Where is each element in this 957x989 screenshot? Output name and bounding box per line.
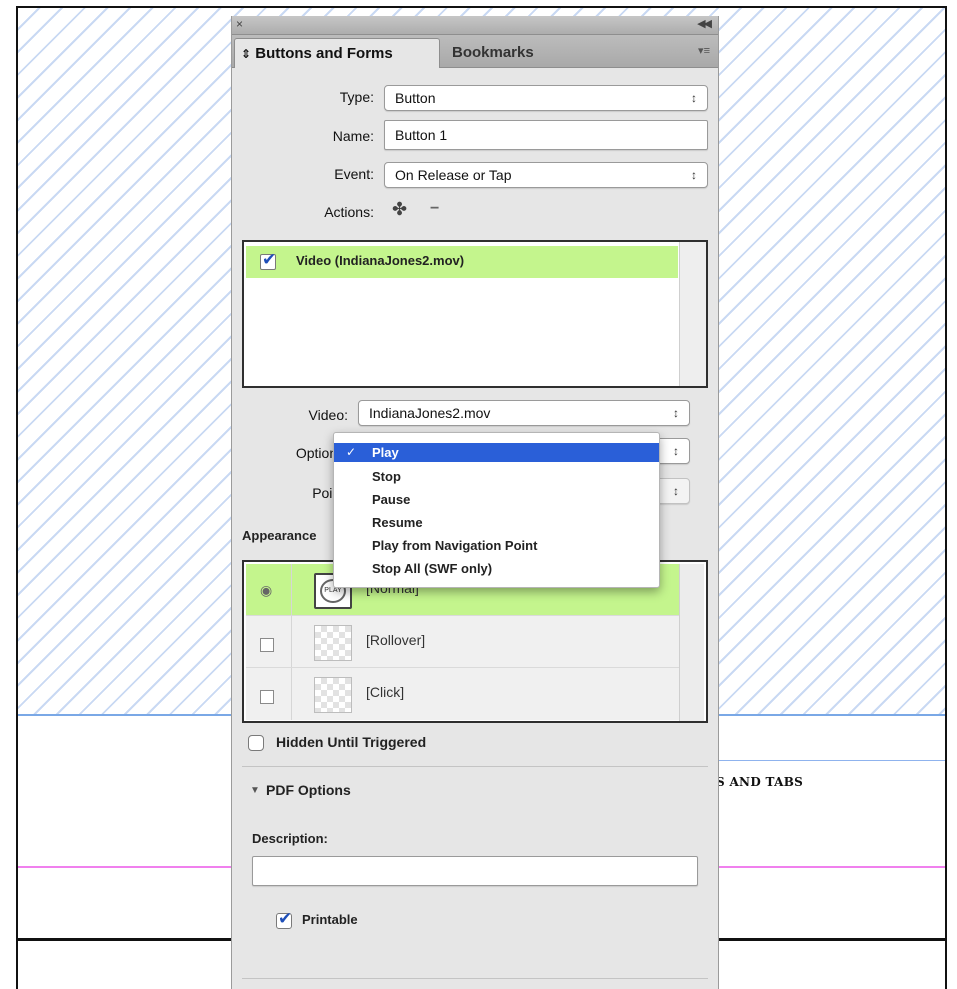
document-heading-text: S AND TABS xyxy=(716,775,804,789)
panel-menu-icon[interactable]: ▾≡ xyxy=(698,44,710,57)
menu-item-stop-all[interactable]: Stop All (SWF only) xyxy=(334,559,659,578)
rollover-state-thumbnail xyxy=(314,625,352,661)
video-label: Video: xyxy=(308,407,348,423)
visibility-column[interactable]: ◉ xyxy=(246,564,292,615)
buttons-and-forms-panel: × ◀◀ ⇕ Buttons and Forms Bookmarks ▾≡ Ty… xyxy=(231,16,719,989)
action-enabled-checkbox[interactable] xyxy=(260,250,276,270)
type-label: Type: xyxy=(339,89,374,105)
collapse-panel-icon[interactable]: ◀◀ xyxy=(697,17,712,30)
actions-label: Actions: xyxy=(324,204,374,220)
visibility-column[interactable] xyxy=(246,616,292,667)
description-label: Description: xyxy=(252,831,328,846)
state-label-click: [Click] xyxy=(366,684,405,700)
click-enable-checkbox[interactable] xyxy=(260,690,274,704)
actions-list[interactable]: Video (IndianaJones2.mov) xyxy=(242,240,708,388)
tab-reorder-icon: ⇕ xyxy=(241,47,252,61)
appearance-row-click[interactable]: [Click] xyxy=(246,668,682,720)
description-field[interactable] xyxy=(252,856,698,886)
visibility-column[interactable] xyxy=(246,668,292,720)
video-select[interactable]: IndianaJones2.mov xyxy=(358,400,690,426)
panel-titlebar[interactable]: × ◀◀ xyxy=(232,16,718,35)
add-action-icon[interactable]: ✤ xyxy=(392,199,407,220)
actions-list-scrollbar[interactable] xyxy=(679,242,706,386)
rollover-enable-checkbox[interactable] xyxy=(260,638,274,652)
options-dropdown-menu[interactable]: ✓ Play Stop Pause Resume Play from Navig… xyxy=(333,432,660,588)
menu-item-resume[interactable]: Resume xyxy=(334,513,659,532)
printable-label[interactable]: Printable xyxy=(302,912,358,927)
hidden-until-triggered-label[interactable]: Hidden Until Triggered xyxy=(276,734,426,750)
menu-item-label: Play xyxy=(372,445,399,460)
type-select[interactable]: Button xyxy=(384,85,708,111)
list-item[interactable]: Video (IndianaJones2.mov) xyxy=(246,246,678,278)
tab-buttons-and-forms[interactable]: ⇕ Buttons and Forms xyxy=(234,38,440,68)
printable-checkbox[interactable] xyxy=(276,909,292,929)
section-divider xyxy=(242,978,708,979)
state-label-rollover: [Rollover] xyxy=(366,632,426,648)
remove-action-icon[interactable]: − xyxy=(430,200,439,218)
event-label: Event: xyxy=(334,166,374,182)
menu-item-play-from-navigation-point[interactable]: Play from Navigation Point xyxy=(334,536,659,555)
click-state-thumbnail xyxy=(314,677,352,713)
name-label: Name: xyxy=(332,128,374,144)
action-label: Video (IndianaJones2.mov) xyxy=(296,253,465,268)
hidden-until-triggered-checkbox[interactable] xyxy=(248,735,264,751)
event-select[interactable]: On Release or Tap xyxy=(384,162,708,188)
tab-bookmarks[interactable]: Bookmarks xyxy=(446,38,566,67)
section-divider xyxy=(242,766,708,767)
visibility-icon[interactable]: ◉ xyxy=(260,582,272,599)
checkmark-icon: ✓ xyxy=(346,445,357,459)
close-icon[interactable]: × xyxy=(236,17,243,31)
text-frame-edge xyxy=(704,760,945,761)
menu-item-stop[interactable]: Stop xyxy=(334,467,659,486)
appearance-row-rollover[interactable]: [Rollover] xyxy=(246,616,682,668)
tab-buttons-and-forms-label: Buttons and Forms xyxy=(255,45,393,62)
pdf-options-heading[interactable]: PDF Options xyxy=(266,782,351,798)
disclosure-triangle-icon[interactable]: ▼ xyxy=(250,785,260,796)
name-field[interactable]: Button 1 xyxy=(384,120,708,150)
menu-item-pause[interactable]: Pause xyxy=(334,490,659,509)
appearance-label: Appearance xyxy=(242,528,317,543)
appearance-list-scrollbar[interactable] xyxy=(679,564,704,721)
menu-item-play[interactable]: ✓ Play xyxy=(334,443,659,462)
panel-tabbar: ⇕ Buttons and Forms Bookmarks ▾≡ xyxy=(232,35,718,68)
